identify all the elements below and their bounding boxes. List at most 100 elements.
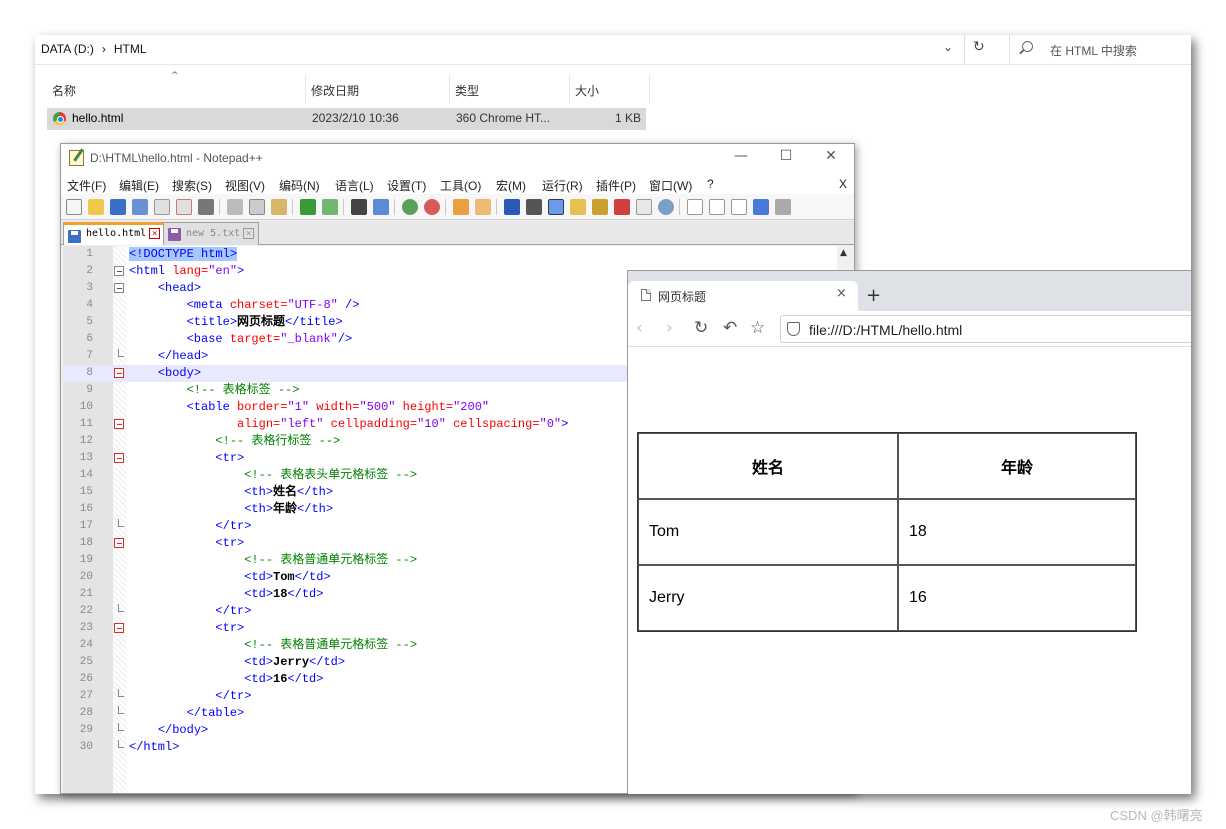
new-file-icon[interactable]: [66, 199, 82, 215]
tag: </td>: [294, 570, 331, 584]
zoom-out-icon[interactable]: [424, 199, 440, 215]
menu-settings[interactable]: 设置(T): [387, 177, 426, 194]
function-list-icon[interactable]: [614, 199, 630, 215]
cut-icon[interactable]: [227, 199, 243, 215]
menu-tools[interactable]: 工具(O): [440, 177, 481, 194]
breadcrumb-drive[interactable]: DATA (D:): [41, 42, 94, 56]
stop-macro-icon[interactable]: [709, 199, 725, 215]
file-row[interactable]: hello.html 2023/2/10 10:36 360 Chrome HT…: [47, 108, 646, 130]
menu-macro[interactable]: 宏(M): [496, 177, 526, 194]
tag: </html>: [129, 740, 180, 754]
fold-toggle-icon[interactable]: [114, 283, 124, 293]
shield-icon: [787, 322, 800, 336]
fold-toggle-icon[interactable]: [114, 453, 124, 463]
close-file-icon[interactable]: [154, 199, 170, 215]
folder-workspace-icon[interactable]: [636, 199, 652, 215]
monitoring-icon[interactable]: [658, 199, 674, 215]
sync-horizontal-icon[interactable]: [475, 199, 491, 215]
replace-icon[interactable]: [373, 199, 389, 215]
close-tab-icon[interactable]: ×: [149, 228, 161, 239]
menu-file[interactable]: 文件(F): [67, 177, 106, 194]
table-header-cell: 年龄: [898, 433, 1136, 499]
sync-vertical-icon[interactable]: [453, 199, 469, 215]
search-box[interactable]: 在 HTML 中搜索: [1009, 35, 1191, 65]
redo-icon[interactable]: [322, 199, 338, 215]
new-tab-button[interactable]: +: [866, 285, 881, 306]
breadcrumb-folder[interactable]: HTML: [114, 42, 147, 56]
menu-language[interactable]: 语言(L): [335, 177, 374, 194]
menu-window[interactable]: 窗口(W): [649, 177, 692, 194]
record-macro-icon[interactable]: [687, 199, 703, 215]
browser-tab[interactable]: 网页标题 ×: [628, 281, 858, 311]
run-macro-multiple-icon[interactable]: [753, 199, 769, 215]
code-line: 1 <!DOCTYPE html>: [63, 246, 853, 263]
chevron-down-icon[interactable]: ⌄: [943, 40, 953, 54]
column-header-date[interactable]: 修改日期: [306, 75, 450, 103]
page-icon: [641, 289, 651, 301]
tab-hello-html[interactable]: hello.html ×: [63, 222, 166, 245]
column-header-type[interactable]: 类型: [450, 75, 570, 103]
menu-help[interactable]: ?: [707, 177, 714, 191]
url-text: file:///D:/HTML/hello.html: [809, 322, 963, 338]
column-header-name[interactable]: 名称: [47, 75, 306, 103]
fold-toggle-icon[interactable]: [114, 419, 124, 429]
find-icon[interactable]: [351, 199, 367, 215]
fold-toggle-icon[interactable]: [114, 623, 124, 633]
print-icon[interactable]: [198, 199, 214, 215]
show-all-chars-icon[interactable]: [526, 199, 542, 215]
comment: <!-- 表格标签 -->: [186, 383, 300, 397]
refresh-icon[interactable]: ↻: [973, 39, 985, 55]
close-icon[interactable]: ✕: [816, 148, 846, 164]
reload-icon[interactable]: ↻: [694, 318, 708, 338]
indent-guide-icon[interactable]: [548, 199, 564, 215]
attr-value: "1": [287, 400, 310, 414]
minimize-icon[interactable]: —: [726, 148, 756, 164]
menu-edit[interactable]: 编辑(E): [119, 177, 159, 194]
play-macro-icon[interactable]: [731, 199, 747, 215]
open-file-icon[interactable]: [88, 199, 104, 215]
menu-run[interactable]: 运行(R): [542, 177, 583, 194]
tag: <base: [186, 332, 223, 346]
undo-close-icon[interactable]: ↶: [723, 318, 737, 338]
save-all-icon[interactable]: [132, 199, 148, 215]
toolbar-divider: [219, 199, 220, 215]
copy-icon[interactable]: [249, 199, 265, 215]
close-tab-icon[interactable]: ×: [243, 228, 255, 239]
menu-encoding[interactable]: 编码(N): [279, 177, 320, 194]
close-all-icon[interactable]: [176, 199, 192, 215]
bookmark-star-icon[interactable]: ☆: [750, 318, 765, 338]
doc-map-icon[interactable]: [592, 199, 608, 215]
address-bar[interactable]: DATA (D:) › HTML ⌄ ↻ 在 HTML 中搜索: [35, 35, 1191, 65]
paste-icon[interactable]: [271, 199, 287, 215]
fold-toggle-icon[interactable]: [114, 368, 124, 378]
tag: </tr>: [215, 689, 252, 703]
tag: </title>: [285, 315, 343, 329]
attr: cellspacing=: [445, 417, 540, 431]
back-icon[interactable]: ‹: [636, 318, 643, 338]
word-wrap-icon[interactable]: [504, 199, 520, 215]
fold-toggle-icon[interactable]: [114, 266, 124, 276]
zoom-in-icon[interactable]: [402, 199, 418, 215]
fold-toggle-icon[interactable]: [114, 538, 124, 548]
line-number: 18: [79, 537, 93, 549]
language-icon[interactable]: [570, 199, 586, 215]
close-tab-icon[interactable]: ×: [836, 286, 847, 301]
menu-plugins[interactable]: 插件(P): [596, 177, 636, 194]
column-header-size[interactable]: 大小: [570, 75, 650, 103]
forward-icon[interactable]: ›: [666, 318, 673, 338]
url-bar[interactable]: file:///D:/HTML/hello.html: [780, 315, 1191, 343]
scroll-up-icon[interactable]: ▲: [840, 248, 847, 258]
line-number: 8: [86, 367, 93, 379]
tag: <body>: [157, 366, 202, 380]
undo-icon[interactable]: [300, 199, 316, 215]
menu-search[interactable]: 搜索(S): [172, 177, 212, 194]
breadcrumb[interactable]: DATA (D:) › HTML: [41, 42, 155, 56]
save-macro-icon[interactable]: [775, 199, 791, 215]
menu-view[interactable]: 视图(V): [225, 177, 265, 194]
menu-close-doc[interactable]: X: [839, 177, 847, 191]
maximize-icon[interactable]: ☐: [771, 148, 801, 164]
save-icon[interactable]: [110, 199, 126, 215]
line-number: 12: [79, 435, 93, 447]
title-bar[interactable]: D:\HTML\hello.html - Notepad++ — ☐ ✕: [61, 144, 854, 174]
tab-new-5-txt[interactable]: new 5.txt ×: [163, 222, 260, 245]
